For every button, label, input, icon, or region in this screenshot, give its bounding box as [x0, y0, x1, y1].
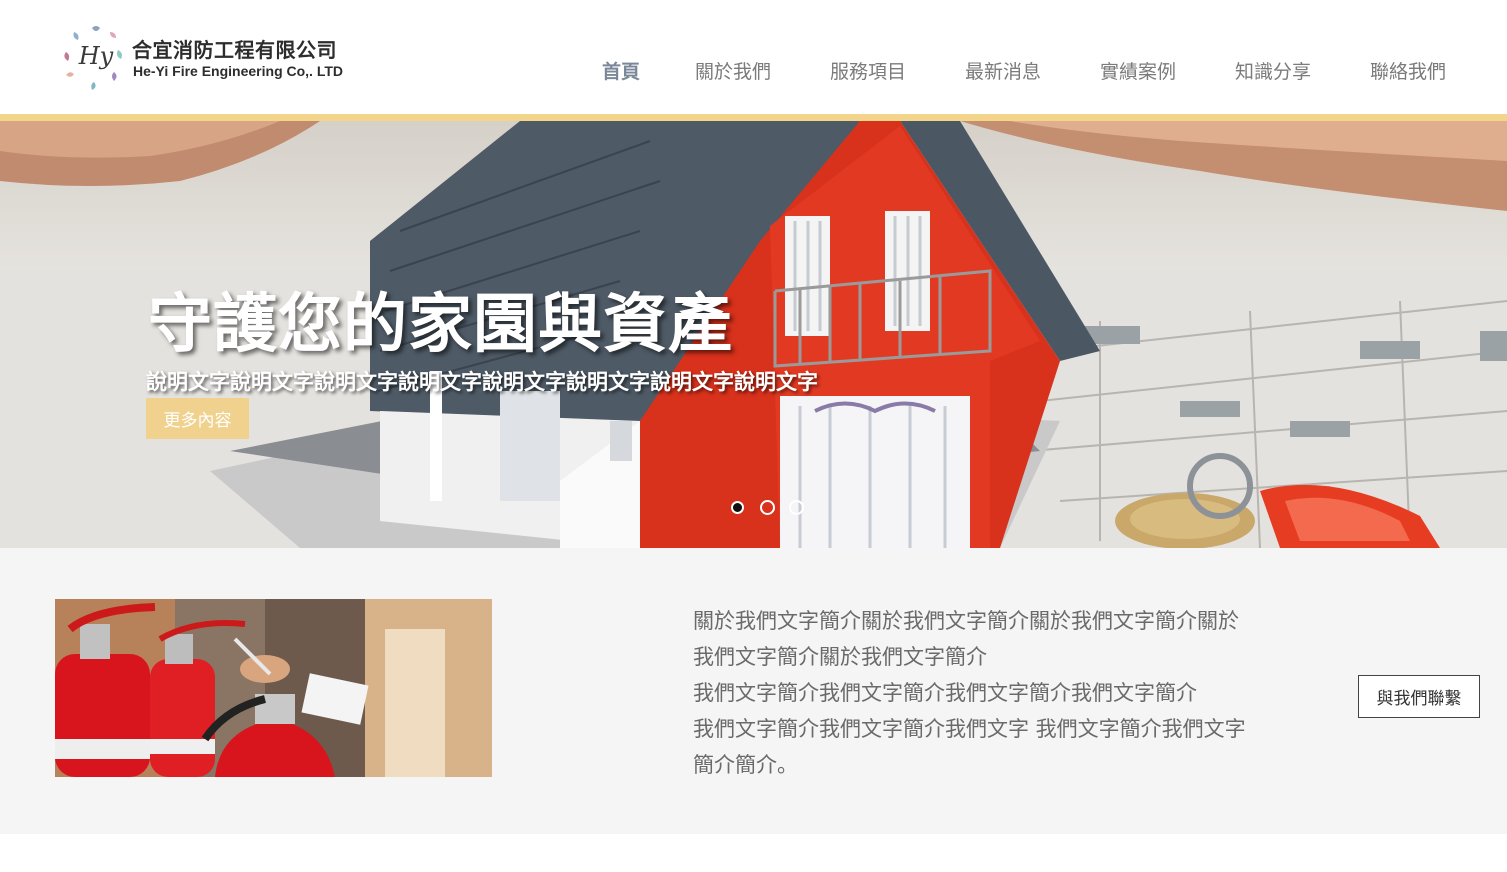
more-content-button[interactable]: 更多內容 — [146, 398, 249, 439]
hero-description: 說明文字說明文字說明文字說明文字說明文字說明文字說明文字說明文字 — [146, 370, 818, 394]
slider-dot-3[interactable] — [789, 500, 804, 515]
logo-mark-icon: Hy — [64, 26, 122, 90]
hero-slider: 守護您的家園與資產 說明文字說明文字說明文字說明文字說明文字說明文字說明文字說明… — [0, 121, 1507, 548]
about-intro-text: 關於我們文字簡介關於我們文字簡介關於我們文字簡介關於 我們文字簡介關於我們文字簡… — [693, 603, 1293, 783]
about-line: 我們文字簡介我們文字簡介我們文字 我們文字簡介我們文字 — [693, 717, 1246, 741]
header-divider — [0, 114, 1507, 121]
slider-dot-2[interactable] — [760, 500, 775, 515]
site-header: Hy 合宜消防工程有限公司 He-Yi Fire Engineering Co,… — [0, 0, 1507, 114]
about-line: 我們文字簡介關於我們文字簡介 — [693, 645, 987, 669]
about-line: 我們文字簡介我們文字簡介我們文字簡介我們文字簡介 — [693, 681, 1197, 705]
about-line: 關於我們文字簡介關於我們文字簡介關於我們文字簡介關於 — [693, 609, 1239, 633]
contact-us-button[interactable]: 與我們聯繫 — [1358, 675, 1480, 718]
slider-dot-1[interactable] — [731, 501, 744, 514]
nav-item-home[interactable]: 首頁 — [602, 57, 640, 84]
logo-letters: Hy — [78, 42, 114, 70]
nav-item-knowledge[interactable]: 知識分享 — [1235, 57, 1311, 84]
brand-name-en: He-Yi Fire Engineering Co,. LTD — [133, 63, 344, 79]
nav-item-about[interactable]: 關於我們 — [695, 57, 771, 84]
nav-item-contact[interactable]: 聯絡我們 — [1370, 57, 1446, 84]
nav-item-services[interactable]: 服務項目 — [830, 57, 906, 84]
hero-title: 守護您的家園與資產 — [148, 288, 733, 362]
brand-name-zh: 合宜消防工程有限公司 — [132, 38, 337, 62]
nav-item-cases[interactable]: 實績案例 — [1100, 57, 1176, 84]
fire-extinguisher-photo — [55, 599, 492, 777]
about-line: 簡介簡介。 — [693, 753, 798, 777]
brand-logo[interactable]: Hy 合宜消防工程有限公司 He-Yi Fire Engineering Co,… — [62, 22, 352, 92]
about-section: 關於我們文字簡介關於我們文字簡介關於我們文字簡介關於 我們文字簡介關於我們文字簡… — [0, 548, 1507, 834]
nav-item-news[interactable]: 最新消息 — [965, 57, 1041, 84]
